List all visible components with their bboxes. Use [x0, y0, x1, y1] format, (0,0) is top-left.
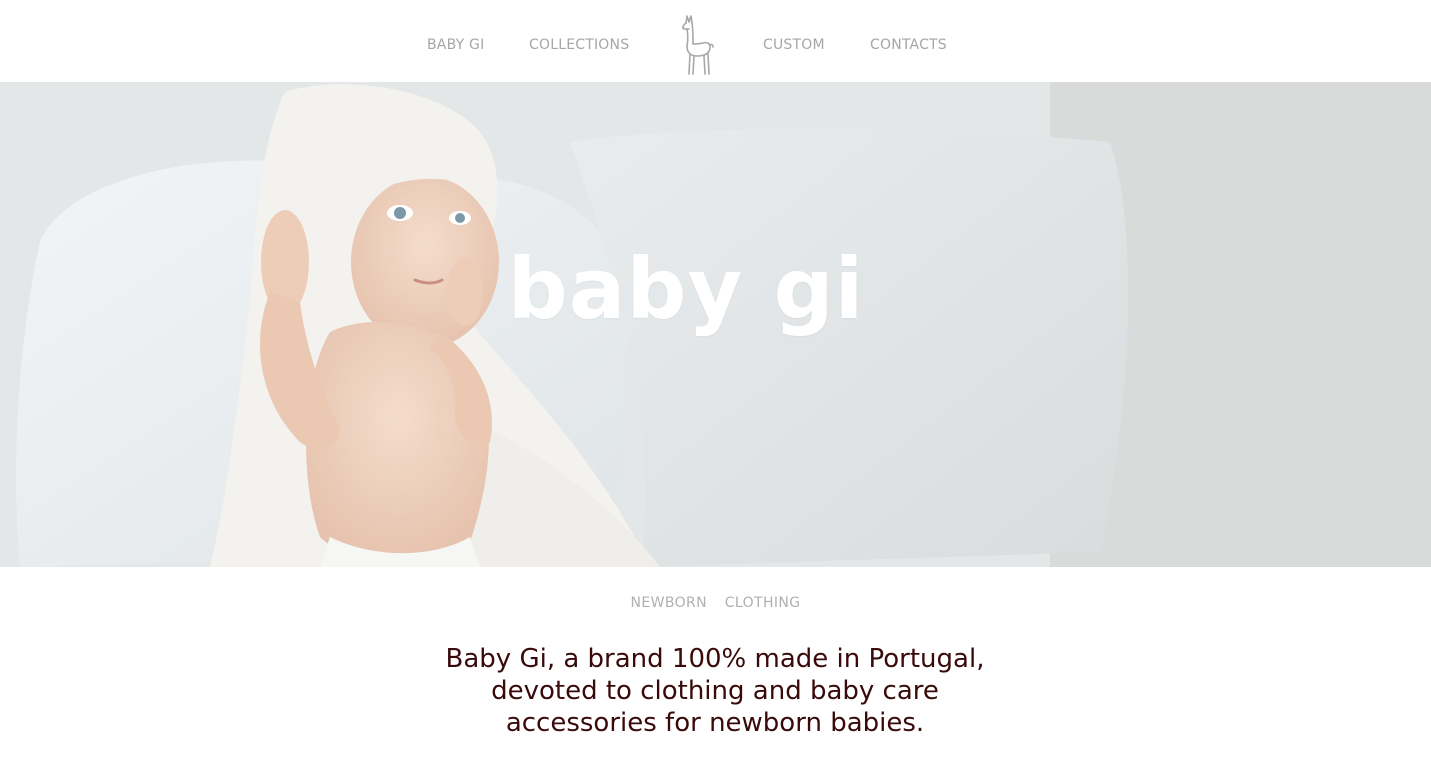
top-navigation: BABY GI COLLECTIONS CUSTOM CONTACTS: [0, 0, 1431, 82]
nav-link-contacts[interactable]: CONTACTS: [870, 37, 947, 53]
nav-link-baby-gi[interactable]: BABY GI: [427, 37, 484, 53]
hero-title: baby gi: [507, 240, 865, 338]
intro-line: devoted to clothing and baby care: [491, 676, 939, 706]
nav-link-custom[interactable]: CUSTOM: [763, 37, 825, 53]
hero-banner: baby gi: [0, 82, 1431, 567]
nav-link-collections[interactable]: COLLECTIONS: [529, 37, 629, 53]
intro-line: accessories for newborn babies.: [505, 708, 925, 738]
intro-line: Baby Gi, a brand 100% made in Portugal,: [445, 644, 985, 674]
llama-icon[interactable]: [677, 14, 719, 76]
brand-intro-text: Baby Gi, a brand 100% made in Portugal, …: [415, 643, 1015, 739]
section-subtitle: NEWBORN CLOTHING: [630, 595, 801, 611]
